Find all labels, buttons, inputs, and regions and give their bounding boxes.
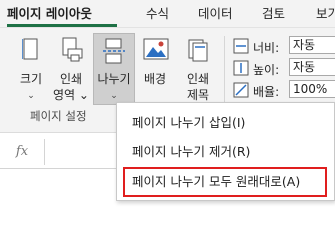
tab-data[interactable]: 데이터 bbox=[198, 6, 233, 22]
print-titles-button[interactable]: 인쇄 제목 bbox=[178, 34, 218, 104]
print-area-icon bbox=[62, 37, 83, 62]
formula-bar-divider bbox=[0, 168, 120, 169]
tab-review[interactable]: 검토 bbox=[262, 6, 285, 22]
background-icon bbox=[143, 38, 169, 60]
width-select[interactable]: 자동 bbox=[289, 36, 335, 54]
scale-icon bbox=[233, 82, 249, 98]
breaks-icon bbox=[103, 38, 125, 64]
group-label-page-setup: 페이지 설정 bbox=[30, 109, 87, 123]
menu-item-reset-all-page-breaks[interactable]: 페이지 나누기 모두 원래대로(A) bbox=[123, 167, 327, 197]
print-area-label-1: 인쇄 bbox=[59, 72, 83, 86]
menu-item-remove-page-break[interactable]: 페이지 나누기 제거(R) bbox=[117, 137, 335, 167]
background-button[interactable]: 배경 bbox=[138, 34, 172, 104]
height-icon bbox=[233, 60, 249, 76]
width-icon bbox=[233, 38, 249, 54]
tab-formulas[interactable]: 수식 bbox=[146, 6, 169, 22]
print-area-button[interactable]: 인쇄 영역 ⌄ bbox=[52, 34, 90, 104]
group-separator bbox=[224, 36, 225, 110]
chevron-down-icon: ⌄ bbox=[27, 91, 35, 101]
fx-icon[interactable]: fx bbox=[0, 139, 45, 165]
background-label: 배경 bbox=[143, 72, 167, 86]
tab-view[interactable]: 보기 bbox=[316, 6, 335, 22]
height-select[interactable]: 자동 bbox=[289, 58, 335, 76]
height-label: 높이: bbox=[253, 63, 280, 77]
print-titles-icon bbox=[188, 39, 208, 62]
breaks-label: 나누기 bbox=[97, 72, 131, 86]
menu-item-insert-page-break[interactable]: 페이지 나누기 삽입(I) bbox=[117, 108, 335, 138]
scale-label: 배율: bbox=[253, 85, 280, 99]
scale-input[interactable]: 100% bbox=[289, 80, 335, 98]
tab-page-layout[interactable]: 페이지 레이아웃 bbox=[7, 6, 92, 22]
ribbon-tab-bar: 페이지 레이아웃 수식 데이터 검토 보기 bbox=[0, 0, 335, 28]
size-label: 크기 bbox=[19, 72, 43, 86]
breaks-dropdown-menu: 페이지 나누기 삽입(I) 페이지 나누기 제거(R) 페이지 나누기 모두 원… bbox=[116, 102, 335, 201]
breaks-button[interactable]: 나누기 ⌄ bbox=[93, 33, 135, 105]
print-titles-label-2: 제목 bbox=[186, 88, 210, 102]
size-icon bbox=[22, 38, 38, 60]
active-tab-indicator bbox=[7, 24, 117, 27]
print-area-label-2: 영역 ⌄ bbox=[53, 88, 89, 102]
width-label: 너비: bbox=[253, 41, 280, 55]
print-titles-label-1: 인쇄 bbox=[186, 72, 210, 86]
size-button[interactable]: 크기 ⌄ bbox=[16, 34, 46, 104]
